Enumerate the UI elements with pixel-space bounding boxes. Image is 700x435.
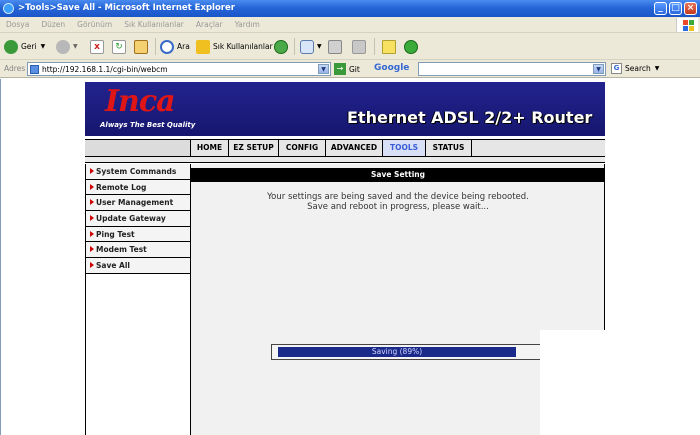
back-arrow-icon	[4, 39, 18, 54]
menu-edit[interactable]: Düzen	[35, 17, 71, 29]
progress-bar: Saving (89%)	[271, 344, 545, 360]
go-label: Git	[349, 64, 360, 74]
menu-help[interactable]: Yardım	[229, 17, 266, 29]
google-g-icon: G	[611, 63, 622, 74]
nav-end	[471, 140, 605, 156]
toolbar-separator	[294, 38, 295, 55]
stop-icon: x	[90, 39, 104, 54]
page-icon	[30, 65, 39, 74]
window-title-bar: >Tools>Save All - Microsoft Internet Exp…	[0, 0, 700, 17]
address-bar: Adres http://192.168.1.1/cgi-bin/webcm ▼…	[0, 60, 700, 78]
search-button[interactable]: Ara	[160, 37, 190, 56]
status-message-line1: Your settings are being saved and the de…	[267, 192, 529, 202]
search-icon	[160, 39, 174, 54]
progress-label: Saving (89%)	[371, 347, 423, 356]
toolbar-separator	[374, 38, 375, 55]
messenger-icon	[404, 39, 418, 54]
nav-ez-setup[interactable]: EZ SETUP	[228, 140, 278, 156]
menu-file[interactable]: Dosya	[0, 17, 35, 29]
ie-logo-icon	[3, 3, 14, 14]
favorites-label: Sık Kullanılanlar	[213, 42, 273, 51]
sidebar-item-system-commands[interactable]: System Commands	[86, 164, 190, 180]
star-icon	[196, 39, 210, 54]
sidebar-item-ping-test[interactable]: Ping Test	[86, 226, 190, 243]
go-arrow-icon: →	[334, 63, 346, 75]
overlay-region	[540, 330, 670, 435]
menu-favorites[interactable]: Sık Kullanılanlar	[118, 17, 190, 29]
edit-icon	[352, 39, 366, 54]
inca-logo: Inca	[105, 84, 176, 119]
go-button[interactable]: → Git	[334, 63, 360, 75]
history-button[interactable]	[274, 37, 291, 56]
mail-button[interactable]: ▼	[300, 37, 322, 56]
nav-status[interactable]: STATUS	[425, 140, 471, 156]
history-icon	[274, 39, 288, 54]
menu-view[interactable]: Görünüm	[71, 17, 118, 29]
dropdown-arrow-icon: ▼	[317, 43, 322, 50]
menu-tools[interactable]: Araçlar	[190, 17, 229, 29]
nav-divider	[85, 157, 605, 163]
maximize-button[interactable]: □	[669, 2, 682, 15]
address-label: Adres	[4, 64, 26, 73]
printer-icon	[328, 39, 342, 54]
toolbar-separator	[155, 38, 156, 55]
dropdown-arrow-icon: ▼	[654, 65, 660, 72]
nav-config[interactable]: CONFIG	[278, 140, 325, 156]
toolbar: Geri ▼ ▼ x ↻ Ara Sık Kullanılanlar ▼	[0, 33, 700, 60]
back-label: Geri	[21, 42, 37, 51]
address-dropdown-icon[interactable]: ▼	[318, 64, 329, 74]
forward-button[interactable]: ▼	[56, 37, 78, 56]
router-page: Inca Always The Best Quality Ethernet AD…	[85, 82, 605, 435]
sidebar-item-save-all[interactable]: Save All	[86, 258, 190, 274]
product-name: Ethernet ADSL 2/2+ Router	[347, 108, 593, 127]
router-banner: Inca Always The Best Quality Ethernet AD…	[85, 82, 605, 136]
windows-logo-icon	[676, 18, 698, 32]
google-dropdown-icon[interactable]: ▼	[593, 64, 604, 74]
sidebar-item-modem-test[interactable]: Modem Test	[86, 242, 190, 259]
google-search-label: Search	[625, 64, 651, 73]
close-button[interactable]: ×	[684, 2, 697, 15]
content-header: Save Setting	[191, 168, 605, 182]
status-message-line2: Save and reboot in progress, please wait…	[307, 202, 489, 212]
window-title: >Tools>Save All - Microsoft Internet Exp…	[18, 3, 235, 13]
sidebar-item-update-gateway[interactable]: Update Gateway	[86, 211, 190, 227]
address-url: http://192.168.1.1/cgi-bin/webcm	[42, 65, 168, 74]
home-button[interactable]	[134, 37, 151, 56]
dropdown-arrow-icon: ▼	[73, 43, 78, 50]
print-button[interactable]	[328, 37, 345, 56]
home-icon	[134, 39, 148, 54]
sidebar-item-remote-log[interactable]: Remote Log	[86, 179, 190, 196]
status-message: Your settings are being saved and the de…	[191, 192, 605, 212]
messenger-button[interactable]	[404, 37, 421, 56]
address-input[interactable]: http://192.168.1.1/cgi-bin/webcm ▼	[27, 62, 331, 76]
nav-tools[interactable]: TOOLS	[382, 140, 425, 156]
stop-button[interactable]: x	[90, 37, 107, 56]
google-search-input[interactable]: ▼	[418, 62, 606, 76]
menu-bar: Dosya Düzen Görünüm Sık Kullanılanlar Ar…	[0, 17, 700, 33]
slogan: Always The Best Quality	[100, 121, 196, 129]
router-nav: HOME EZ SETUP CONFIG ADVANCED TOOLS STAT…	[85, 139, 605, 157]
mail-icon	[300, 39, 314, 54]
google-search-button[interactable]: G Search ▼	[611, 63, 659, 74]
nav-home[interactable]: HOME	[190, 140, 228, 156]
sidebar-item-user-management[interactable]: User Management	[86, 195, 190, 212]
refresh-icon: ↻	[112, 39, 126, 54]
minimize-button[interactable]: _	[654, 2, 667, 15]
dropdown-arrow-icon: ▼	[40, 43, 46, 50]
favorites-button[interactable]: Sık Kullanılanlar	[196, 37, 273, 56]
nav-spacer	[85, 140, 190, 156]
forward-arrow-icon	[56, 39, 70, 54]
nav-advanced[interactable]: ADVANCED	[325, 140, 382, 156]
back-button[interactable]: Geri ▼	[4, 37, 45, 56]
edit-button[interactable]	[352, 37, 369, 56]
refresh-button[interactable]: ↻	[112, 37, 129, 56]
search-label: Ara	[177, 42, 190, 51]
google-logo: Google	[374, 63, 410, 73]
notes-button[interactable]	[382, 37, 399, 56]
note-icon	[382, 39, 396, 54]
tools-sidebar: System Commands Remote Log User Manageme…	[85, 164, 191, 435]
